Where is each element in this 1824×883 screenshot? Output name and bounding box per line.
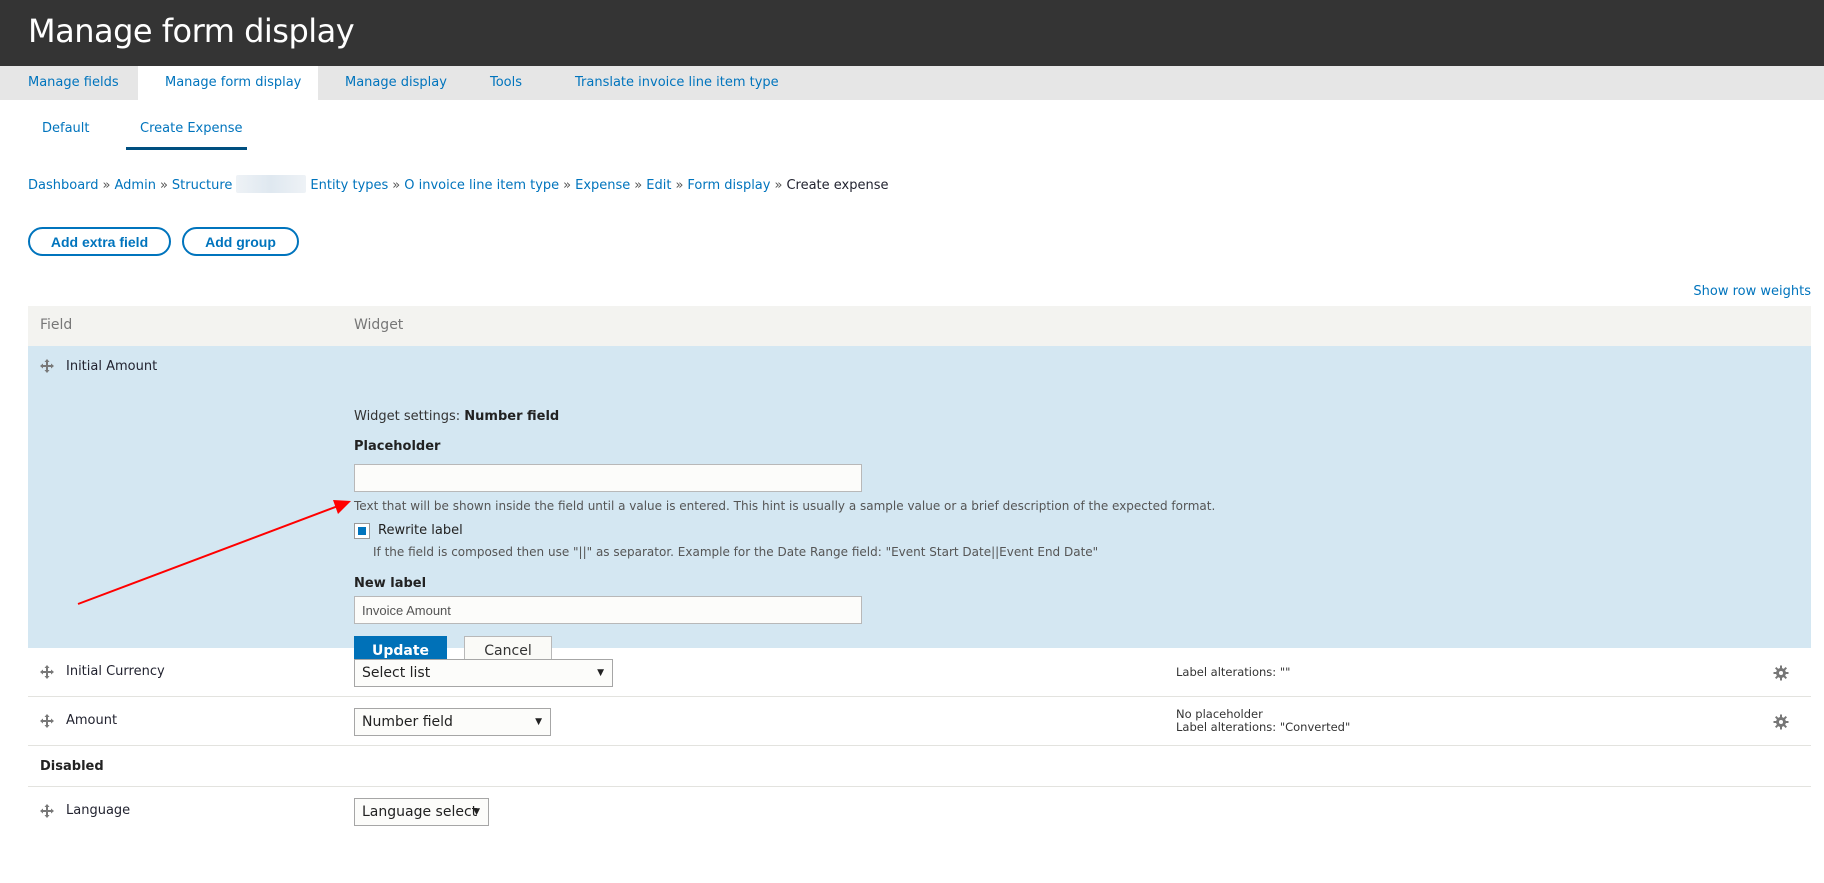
- rewrite-label-description: If the field is composed then use "||" a…: [373, 545, 1099, 559]
- table-header: Field Widget: [28, 306, 1811, 346]
- subtab-default[interactable]: Default: [42, 118, 90, 150]
- field-name: Language: [66, 803, 131, 818]
- region-row-disabled: Disabled: [28, 746, 1811, 787]
- rewrite-label-checkbox[interactable]: [354, 523, 370, 539]
- drag-handle-icon[interactable]: [40, 665, 54, 679]
- show-row-weights-link[interactable]: Show row weights: [1693, 284, 1811, 299]
- placeholder-input[interactable]: [354, 464, 862, 492]
- add-extra-field-button[interactable]: Add extra field: [28, 227, 171, 256]
- drag-handle-icon[interactable]: [40, 714, 54, 728]
- drag-handle-icon[interactable]: [40, 804, 54, 818]
- form-display-table: Field Widget Initial Amount Widget setti…: [28, 306, 1811, 837]
- widget-select[interactable]: Number field ▼: [354, 708, 551, 736]
- tab-manage-display[interactable]: Manage display: [345, 66, 447, 100]
- tab-translate[interactable]: Translate invoice line item type: [575, 66, 779, 100]
- settings-summary: No placeholder Label alterations: "Conver…: [1176, 707, 1351, 734]
- widget-select[interactable]: Language select ▼: [354, 798, 489, 826]
- field-name: Amount: [66, 713, 118, 728]
- table-row: Initial Currency Select list ▼ Label alte…: [28, 648, 1811, 697]
- tab-tools[interactable]: Tools: [490, 66, 522, 100]
- breadcrumb-entity-types[interactable]: Entity types: [310, 178, 388, 193]
- breadcrumb-invoice-line-item-type[interactable]: O invoice line item type: [404, 178, 559, 193]
- field-name: Initial Currency: [66, 664, 165, 679]
- primary-tabs: Manage fields Manage form display Manage…: [0, 66, 1824, 100]
- header-field: Field: [40, 317, 73, 333]
- new-label-input[interactable]: [354, 596, 862, 624]
- header-widget: Widget: [354, 317, 404, 333]
- subtab-create-expense[interactable]: Create Expense: [126, 118, 247, 150]
- placeholder-description: Text that will be shown inside the field…: [354, 499, 1216, 513]
- breadcrumb-structure[interactable]: Structure: [172, 178, 232, 193]
- dropdown-caret-icon: ▼: [473, 807, 480, 817]
- new-label-label: New label: [354, 576, 427, 591]
- drag-handle-icon[interactable]: [40, 359, 54, 373]
- tab-manage-fields[interactable]: Manage fields: [28, 66, 119, 100]
- table-row-editing: Initial Amount Widget settings: Number f…: [28, 346, 1811, 665]
- breadcrumb-edit[interactable]: Edit: [646, 178, 671, 193]
- settings-summary: Label alterations: "": [1176, 665, 1291, 679]
- breadcrumb-expense[interactable]: Expense: [575, 178, 630, 193]
- page-title: Manage form display: [28, 12, 355, 50]
- dropdown-caret-icon: ▼: [535, 717, 542, 727]
- add-group-button[interactable]: Add group: [182, 227, 299, 256]
- gear-icon[interactable]: [1773, 714, 1789, 730]
- breadcrumb-form-display[interactable]: Form display: [687, 178, 770, 193]
- table-row: Language Language select ▼: [28, 787, 1811, 837]
- rewrite-label-label[interactable]: Rewrite label: [378, 523, 463, 538]
- breadcrumb-current: Create expense: [786, 178, 889, 193]
- table-row: Amount Number field ▼ No placeholder Label…: [28, 697, 1811, 746]
- page-header: Manage form display: [0, 0, 1824, 66]
- region-title: Disabled: [40, 759, 104, 774]
- dropdown-caret-icon: ▼: [597, 668, 604, 678]
- widget-select[interactable]: Select list ▼: [354, 659, 613, 687]
- breadcrumb: Dashboard» Admin» Structure Entity types» O …: [28, 175, 889, 193]
- field-name: Initial Amount: [66, 359, 158, 374]
- widget-settings-title: Widget settings: Number field: [354, 409, 560, 424]
- tab-manage-form-display[interactable]: Manage form display: [138, 66, 318, 100]
- breadcrumb-dashboard[interactable]: Dashboard: [28, 178, 99, 193]
- redacted-breadcrumb: [236, 175, 307, 193]
- breadcrumb-admin[interactable]: Admin: [115, 178, 156, 193]
- gear-icon[interactable]: [1773, 665, 1789, 681]
- placeholder-label: Placeholder: [354, 439, 441, 454]
